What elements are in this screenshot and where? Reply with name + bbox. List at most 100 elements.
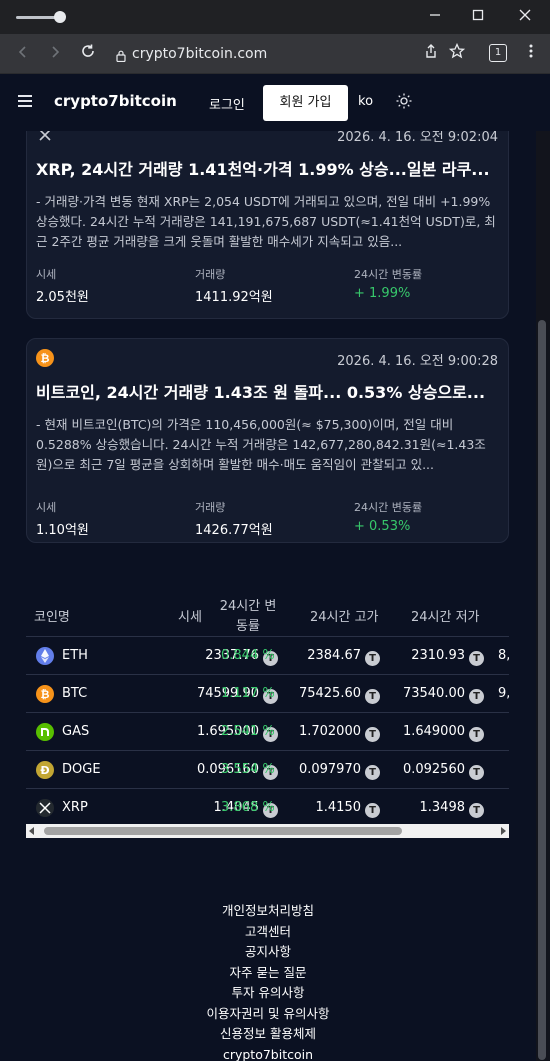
lock-icon [116,47,126,63]
footer-link-user-rights[interactable]: 이용자권리 및 유의사항 [0,1004,536,1025]
minimize-icon[interactable] [424,6,446,28]
stat-label: 거래량 [195,501,226,514]
bitcoin-icon: ₿ [36,685,54,703]
card-title[interactable]: 비트코인, 24시간 거래량 1.43조 원 돌파... 0.53% 상승으로.… [36,379,496,403]
site-logo[interactable]: crypto7bitcoin [54,92,177,110]
scroll-right-icon[interactable] [501,827,506,835]
coin-change: 0.844 % [221,648,275,663]
coin-high: 2384.67 T [307,648,380,666]
bitcoin-icon: ₿ [36,349,54,367]
coin-extra: 8, [498,648,509,663]
address-bar[interactable]: crypto7bitcoin.com [110,40,410,68]
coin-low: 73540.00 T [403,686,484,704]
stat-label: 시세 [36,501,57,514]
reload-icon[interactable] [77,43,99,65]
tether-icon: T [365,651,380,666]
footer-link-notice[interactable]: 공지사항 [0,942,536,963]
maximize-icon[interactable] [467,6,489,28]
coin-extra: 9, [498,686,509,701]
card-price-stat: 시세 1.10억원 [36,499,89,538]
card-change-stat: 24시간 변동률 + 0.53% [354,499,422,534]
tether-icon: T [365,765,380,780]
coin-high-value: 2384.67 [307,648,361,663]
table-scroll-thumb[interactable] [44,827,402,835]
gas-icon [36,723,54,741]
stat-label: 24시간 변동률 [354,268,423,281]
coin-change: 1.117 % [221,686,275,701]
dogecoin-icon: Ð [36,761,54,779]
header-high[interactable]: 24시간 고가 [310,606,379,625]
header-change-line2: 동률 [236,619,260,634]
forward-arrow-icon[interactable] [44,43,66,65]
table-row[interactable]: GAS 1.695000 T 2.541 % 1.702000 T 1.649000… [26,712,509,750]
tether-icon: T [365,727,380,742]
card-summary: - 거래량·가격 변동 현재 XRP는 2,054 USDT에 거래되고 있으며… [36,194,496,249]
star-icon[interactable] [446,42,468,65]
more-icon[interactable] [520,43,542,65]
coin-table: 코인명 시세 24시간 변 동률 24시간 고가 24시간 저가 ETH 233… [26,591,509,826]
coin-high: 75425.60 T [299,686,380,704]
coin-low-value: 73540.00 [402,686,465,701]
language-selector[interactable]: ko [358,94,373,109]
footer-brand[interactable]: crypto7bitcoin [0,1045,536,1061]
tether-icon: T [365,689,380,704]
url-text[interactable]: crypto7bitcoin.com [132,46,267,62]
coin-change: 2.541 % [221,724,275,739]
theme-toggle-icon[interactable] [396,93,412,109]
coin-name: GAS [62,724,90,739]
window-slider-knob[interactable] [54,11,66,23]
share-icon[interactable] [420,43,442,65]
header-coin-name[interactable]: 코인명 [34,606,70,625]
news-card[interactable]: 2026. 4. 16. 오전 9:02:04 XRP, 24시간 거래량 1.… [26,131,509,319]
footer-link-investment-warning[interactable]: 투자 유의사항 [0,983,536,1004]
menu-icon[interactable] [18,95,32,107]
tether-icon: T [469,765,484,780]
browser-toolbar: crypto7bitcoin.com [0,34,550,74]
table-row[interactable]: ₿ BTC 74599.90 T 1.117 % 75425.60 T 73540.… [26,674,509,712]
stat-label: 24시간 변동률 [354,501,423,514]
signup-button[interactable]: 회원 가입 [263,85,348,121]
tether-icon: T [469,689,484,704]
coin-high: 0.097970 T [299,762,380,780]
coin-low: 2310.93 T [411,648,484,666]
header-price[interactable]: 시세 [178,606,202,625]
card-price-stat: 시세 2.05천원 [36,266,89,305]
card-title[interactable]: XRP, 24시간 거래량 1.41천억·가격 1.99% 상승...일본 라쿠… [36,156,496,180]
card-volume-stat: 거래량 1426.77억원 [195,499,273,538]
coin-low-value: 1.649000 [402,724,465,739]
table-row[interactable]: ETH 2337.76 T 0.844 % 2384.67 T 2310.93 T 8… [26,636,509,674]
news-card[interactable]: ₿ 2026. 4. 16. 오전 9:00:28 비트코인, 24시간 거래량… [26,338,509,543]
xrp-icon [36,799,54,817]
footer-link-credit-info[interactable]: 신용정보 활용체제 [0,1024,536,1045]
footer-link-support[interactable]: 고객센터 [0,922,536,943]
card-timestamp: 2026. 4. 16. 오전 9:02:04 [337,131,498,145]
tether-icon: T [469,727,484,742]
coin-high-value: 0.097970 [298,762,361,777]
main-content: 2026. 4. 16. 오전 9:02:04 XRP, 24시간 거래량 1.… [0,131,536,1061]
card-timestamp: 2026. 4. 16. 오전 9:00:28 [337,354,498,369]
footer-link-faq[interactable]: 자주 묻는 질문 [0,963,536,984]
table-row[interactable]: Ð DOGE 0.096160 T 3.554 % 0.097970 T 0.092… [26,750,509,788]
back-arrow-icon[interactable] [12,43,34,65]
coin-change: 3.554 % [221,762,275,777]
stat-value: + 0.53% [354,519,411,534]
scroll-left-icon[interactable] [29,827,34,835]
footer-link-privacy[interactable]: 개인정보처리방침 [0,901,536,922]
coin-high: 1.4150 T [316,800,380,818]
coin-change: 3.868 % [221,800,275,815]
stat-value: 1426.77억원 [195,523,273,538]
tab-count-icon[interactable]: 1 [489,44,507,62]
close-icon[interactable] [514,6,536,28]
page-scroll-thumb[interactable] [538,320,546,1060]
header-change[interactable]: 24시간 변 동률 [218,597,278,637]
table-row[interactable]: XRP 1.4045 T 3.868 % 1.4150 T 1.3498 T [26,788,509,826]
svg-text:Ð: Ð [40,764,49,777]
window-titlebar [0,0,550,34]
tether-icon: T [365,803,380,818]
header-low[interactable]: 24시간 저가 [411,606,480,625]
svg-text:₿: ₿ [41,688,50,701]
stat-value: 1411.92억원 [195,290,273,305]
coin-name: XRP [62,800,88,815]
svg-text:₿: ₿ [41,352,50,365]
login-link[interactable]: 로그인 [209,94,245,113]
